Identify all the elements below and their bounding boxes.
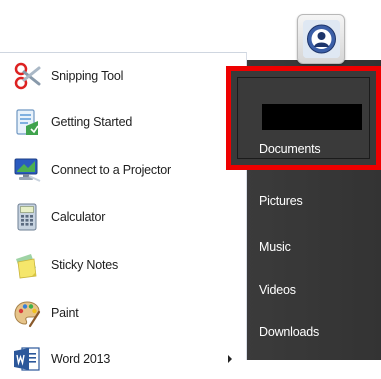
program-sticky-notes[interactable]: Sticky Notes [12,245,240,285]
program-label: Snipping Tool [51,69,124,83]
program-connect-to-a-projector[interactable]: Connect to a Projector [12,150,240,190]
sticky-notes-icon [16,254,37,279]
submenu-arrow-icon [228,355,232,363]
projector-icon [14,158,41,182]
program-paint[interactable]: Paint [12,293,240,333]
scissors-icon [14,62,41,90]
paint-palette-icon [14,301,41,328]
place-music[interactable]: Music [259,236,377,258]
program-snipping-tool[interactable]: Snipping Tool [12,56,240,96]
program-label: Sticky Notes [51,258,119,272]
user-avatar[interactable] [297,14,345,64]
program-label: Paint [51,306,79,320]
program-word-2013[interactable]: Word 2013 [12,339,240,379]
user-picture-icon [303,20,340,58]
getting-started-icon [16,109,39,135]
program-label: Calculator [51,210,106,224]
redacted-user-name [262,104,362,130]
program-calculator[interactable]: Calculator [12,197,240,237]
word-icon [14,347,40,371]
calculator-icon [17,203,37,231]
place-pictures[interactable]: Pictures [259,190,377,212]
program-label: Word 2013 [51,352,111,366]
place-downloads[interactable]: Downloads [259,321,377,343]
programs-pane: Snipping Tool Getting Started Connect to… [0,52,247,371]
program-getting-started[interactable]: Getting Started [12,102,240,142]
program-label: Connect to a Projector [51,163,171,177]
program-label: Getting Started [51,115,133,129]
place-videos[interactable]: Videos [259,279,377,301]
